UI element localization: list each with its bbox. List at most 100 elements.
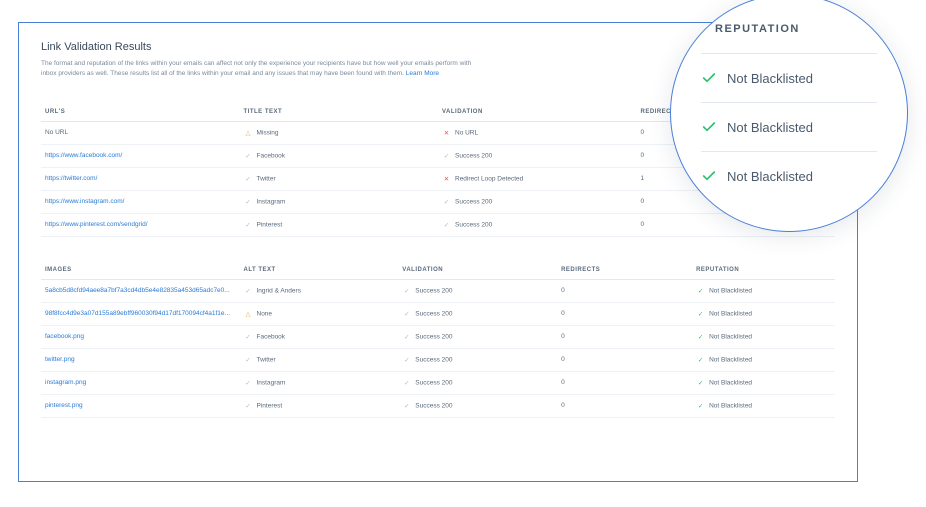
redirects-cell: 0 [557,279,692,302]
col-validation: VALIDATION [438,103,637,122]
error-icon: ✕ [442,175,451,183]
url-cell[interactable]: https://www.pinterest.com/sendgrid/ [41,213,240,236]
check-icon: ✓ [402,356,411,364]
check-icon: ✓ [244,152,253,160]
redirects-cell: 0 [557,325,692,348]
table-row: pinterest.png✓Pinterest✓Success 2000✓Not… [41,394,835,417]
reputation-cell: ✓Not Blacklisted [692,302,835,325]
validation-cell: ✓Success 200 [438,190,637,213]
image-cell[interactable]: 98f8fcc4d9e3a07d155a89ebff960030f94d17df… [41,302,240,325]
validation-cell: ✓Success 200 [398,325,557,348]
check-icon: ✓ [402,287,411,295]
warning-icon: △ [244,129,253,137]
col-images: IMAGES [41,261,240,280]
validation-cell: ✓Success 200 [438,144,637,167]
table-row: instagram.png✓Instagram✓Success 2000✓Not… [41,371,835,394]
check-icon [701,168,717,184]
check-icon: ✓ [696,333,705,341]
url-cell: No URL [41,121,240,144]
magnifier-label: Not Blacklisted [727,169,813,184]
check-icon: ✓ [244,175,253,183]
image-cell[interactable]: pinterest.png [41,394,240,417]
magnifier-heading: REPUTATION [715,23,877,35]
magnifier-row: Not Blacklisted [701,53,877,102]
alt-cell: △None [240,302,399,325]
check-icon: ✓ [244,287,253,295]
title-cell: ✓Facebook [240,144,439,167]
alt-cell: ✓Pinterest [240,394,399,417]
table-row: https://www.pinterest.com/sendgrid/✓Pint… [41,213,835,236]
check-icon: ✓ [244,402,253,410]
reputation-cell: ✓Not Blacklisted [692,394,835,417]
images-table: IMAGES ALT TEXT VALIDATION REDIRECTS REP… [41,261,835,418]
magnifier-label: Not Blacklisted [727,71,813,86]
magnifier-row: Not Blacklisted [701,151,877,200]
validation-cell: ✓Success 200 [438,213,637,236]
url-cell[interactable]: https://twitter.com/ [41,167,240,190]
reputation-cell: ✓Not Blacklisted [692,371,835,394]
check-icon: ✓ [442,198,451,206]
warning-icon: △ [244,310,253,318]
check-icon: ✓ [244,198,253,206]
col-reputation: REPUTATION [692,261,835,280]
alt-cell: ✓Facebook [240,325,399,348]
redirects-cell: 0 [557,371,692,394]
check-icon [701,70,717,86]
check-icon: ✓ [696,379,705,387]
col-alt-text: ALT TEXT [240,261,399,280]
check-icon: ✓ [442,221,451,229]
url-cell[interactable]: https://www.facebook.com/ [41,144,240,167]
learn-more-link[interactable]: Learn More [406,70,439,77]
validation-cell: ✓Success 200 [398,302,557,325]
validation-cell: ✓Success 200 [398,371,557,394]
redirects-cell: 0 [557,348,692,371]
check-icon: ✓ [402,310,411,318]
check-icon [701,119,717,135]
check-icon: ✓ [244,333,253,341]
title-cell: ✓Twitter [240,167,439,190]
title-cell: △Missing [240,121,439,144]
reputation-magnifier: REPUTATION Not Blacklisted Not Blackliste… [670,0,908,232]
check-icon: ✓ [696,287,705,295]
redirects-cell: 0 [557,302,692,325]
validation-cell: ✓Success 200 [398,279,557,302]
col-redirects: REDIRECTS [557,261,692,280]
image-cell[interactable]: twitter.png [41,348,240,371]
title-cell: ✓Instagram [240,190,439,213]
table-row: twitter.png✓Twitter✓Success 2000✓Not Bla… [41,348,835,371]
check-icon: ✓ [244,379,253,387]
magnifier-label: Not Blacklisted [727,120,813,135]
validation-cell: ✓Success 200 [398,348,557,371]
url-cell[interactable]: https://www.instagram.com/ [41,190,240,213]
check-icon: ✓ [402,333,411,341]
check-icon: ✓ [244,221,253,229]
check-icon: ✓ [402,379,411,387]
page-description: The format and reputation of the links w… [41,59,481,79]
validation-cell: ✕Redirect Loop Detected [438,167,637,190]
title-cell: ✓Pinterest [240,213,439,236]
check-icon: ✓ [696,402,705,410]
check-icon: ✓ [442,152,451,160]
table-row: 5a8cb5d8cfd94aee8a7bf7a3cd4db5e4e82835a4… [41,279,835,302]
image-cell[interactable]: 5a8cb5d8cfd94aee8a7bf7a3cd4db5e4e82835a4… [41,279,240,302]
image-cell[interactable]: instagram.png [41,371,240,394]
error-icon: ✕ [442,129,451,137]
reputation-cell: ✓Not Blacklisted [692,348,835,371]
reputation-cell: ✓Not Blacklisted [692,325,835,348]
check-icon: ✓ [696,310,705,318]
validation-cell: ✓Success 200 [398,394,557,417]
redirects-cell: 0 [557,394,692,417]
check-icon: ✓ [402,402,411,410]
validation-cell: ✕No URL [438,121,637,144]
reputation-cell: ✓Not Blacklisted [692,279,835,302]
check-icon: ✓ [696,356,705,364]
image-cell[interactable]: facebook.png [41,325,240,348]
check-icon: ✓ [244,356,253,364]
col-urls: URL'S [41,103,240,122]
col-title-text: TITLE TEXT [240,103,439,122]
alt-cell: ✓Ingrid & Anders [240,279,399,302]
table-row: facebook.png✓Facebook✓Success 2000✓Not B… [41,325,835,348]
col-validation: VALIDATION [398,261,557,280]
magnifier-row: Not Blacklisted [701,102,877,151]
alt-cell: ✓Twitter [240,348,399,371]
